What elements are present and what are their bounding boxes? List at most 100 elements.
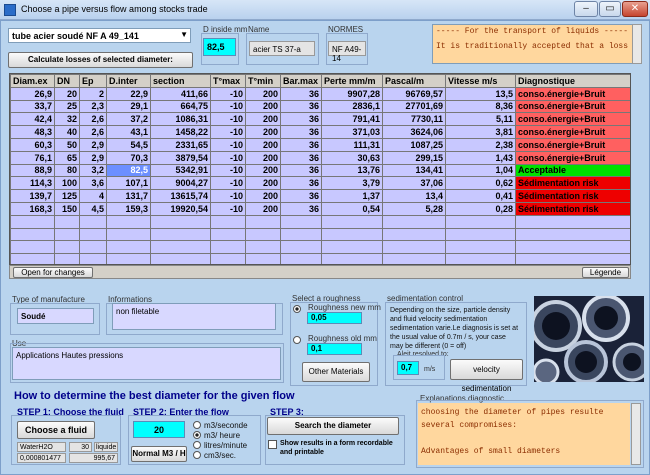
table-cell[interactable]: 139,7 bbox=[10, 189, 55, 203]
table-cell[interactable]: 3624,06 bbox=[382, 125, 446, 139]
legende-button[interactable]: Légende bbox=[582, 267, 629, 278]
open-for-changes-button[interactable]: Open for changes bbox=[13, 267, 93, 278]
table-cell[interactable] bbox=[245, 253, 281, 264]
diagnostic-cell[interactable]: conso.énergie+Bruit bbox=[515, 150, 630, 165]
table-row-empty[interactable] bbox=[10, 214, 630, 229]
table-cell[interactable] bbox=[10, 253, 55, 264]
column-header[interactable]: Diam.ex bbox=[10, 74, 55, 88]
unit-m3s[interactable]: m3/seconde bbox=[193, 420, 248, 430]
table-cell[interactable]: 2,6 bbox=[79, 125, 107, 139]
table-cell[interactable]: 37,06 bbox=[382, 176, 446, 191]
table-cell[interactable]: 43,1 bbox=[106, 125, 151, 139]
table-cell[interactable]: 88,9 bbox=[10, 163, 55, 178]
table-cell[interactable]: 3,2 bbox=[79, 163, 107, 178]
table-cell[interactable]: 13,4 bbox=[382, 189, 446, 203]
table-cell[interactable]: 32 bbox=[54, 112, 80, 127]
table-cell[interactable]: 36 bbox=[280, 201, 322, 216]
table-cell[interactable]: 134,41 bbox=[382, 163, 446, 178]
table-cell[interactable] bbox=[445, 253, 516, 264]
table-cell[interactable] bbox=[10, 240, 55, 255]
velocity-sedimentation-button[interactable]: velocity sedimentation bbox=[450, 359, 523, 393]
table-row[interactable]: 88,9 80 3,2 82,5 5342,91 -10 200 36 13,76 134,41 1… bbox=[10, 163, 630, 178]
table-cell[interactable] bbox=[106, 227, 151, 242]
table-cell[interactable]: 36 bbox=[280, 112, 322, 127]
table-cell[interactable]: 80 bbox=[54, 163, 80, 178]
explanations-textarea[interactable]: choosing the diameter of pipes resulte se… bbox=[418, 403, 630, 465]
column-header[interactable]: section bbox=[150, 74, 211, 88]
table-cell[interactable] bbox=[79, 214, 107, 229]
table-cell[interactable]: 131,7 bbox=[106, 189, 151, 203]
search-diameter-button[interactable]: Search the diameter bbox=[267, 417, 399, 435]
table-row[interactable]: 114,3 100 3,6 107,1 9004,27 -10 200 36 3,79 37,06… bbox=[10, 176, 630, 191]
explanations-scrollbar[interactable] bbox=[631, 403, 641, 465]
table-cell[interactable]: 13,76 bbox=[321, 163, 383, 178]
unit-m3h[interactable]: m3/ heure bbox=[193, 430, 248, 440]
table-row-empty[interactable] bbox=[10, 227, 630, 242]
table-cell[interactable]: 411,66 bbox=[150, 86, 211, 101]
diagnostic-cell[interactable]: conso.énergie+Bruit bbox=[515, 137, 630, 152]
table-cell[interactable]: 36 bbox=[280, 163, 322, 178]
table-cell[interactable]: 2,9 bbox=[79, 137, 107, 152]
table-cell[interactable]: 1086,31 bbox=[150, 112, 211, 127]
table-cell[interactable]: 54,5 bbox=[106, 137, 151, 152]
table-cell[interactable]: 36 bbox=[280, 99, 322, 114]
table-cell[interactable]: 200 bbox=[245, 86, 281, 101]
table-cell[interactable]: 791,41 bbox=[321, 112, 383, 127]
table-cell[interactable]: 2,3 bbox=[79, 99, 107, 114]
table-cell[interactable] bbox=[382, 240, 446, 255]
table-cell[interactable] bbox=[382, 253, 446, 264]
table-row[interactable]: 168,3 150 4,5 159,3 19920,54 -10 200 36 0,54 5,28… bbox=[10, 201, 630, 216]
table-cell[interactable] bbox=[515, 240, 630, 255]
table-cell[interactable]: 36 bbox=[280, 86, 322, 101]
table-cell[interactable]: 107,1 bbox=[106, 176, 151, 191]
normal-m3h-button[interactable]: Normal M3 / H bbox=[131, 446, 187, 462]
table-cell[interactable]: 664,75 bbox=[150, 99, 211, 114]
table-cell[interactable]: 3,81 bbox=[445, 125, 516, 139]
table-cell[interactable] bbox=[321, 214, 383, 229]
table-cell[interactable]: 1,37 bbox=[321, 189, 383, 203]
diagnostic-cell[interactable]: Acceptable bbox=[515, 163, 630, 178]
table-cell[interactable]: 200 bbox=[245, 176, 281, 191]
table-cell[interactable]: 29,1 bbox=[106, 99, 151, 114]
table-row[interactable]: 42,4 32 2,6 37,2 1086,31 -10 200 36 791,41 7730,1… bbox=[10, 112, 630, 127]
table-cell[interactable]: 4,5 bbox=[79, 201, 107, 216]
table-cell[interactable]: 299,15 bbox=[382, 150, 446, 165]
flow-input[interactable]: 20 bbox=[133, 421, 185, 438]
table-row[interactable]: 139,7 125 4 131,7 13615,74 -10 200 36 1,37 13,4 0,… bbox=[10, 189, 630, 203]
column-header[interactable]: Diagnostique bbox=[515, 74, 630, 88]
table-cell[interactable]: 3,6 bbox=[79, 176, 107, 191]
table-cell[interactable]: 200 bbox=[245, 125, 281, 139]
table-row[interactable]: 33,7 25 2,3 29,1 664,75 -10 200 36 2836,1 27701,6… bbox=[10, 99, 630, 114]
show-results-checkbox[interactable] bbox=[268, 440, 277, 449]
maximize-button[interactable]: ▭ bbox=[599, 1, 621, 17]
table-cell[interactable]: 22,9 bbox=[106, 86, 151, 101]
table-cell[interactable] bbox=[150, 227, 211, 242]
table-cell[interactable]: 200 bbox=[245, 163, 281, 178]
table-cell[interactable]: 60,3 bbox=[10, 137, 55, 152]
table-cell[interactable]: 48,3 bbox=[10, 125, 55, 139]
table-cell[interactable]: 4 bbox=[79, 189, 107, 203]
table-cell[interactable]: 0,28 bbox=[445, 201, 516, 216]
table-cell[interactable]: 50 bbox=[54, 137, 80, 152]
table-cell[interactable] bbox=[515, 253, 630, 264]
table-cell[interactable]: 100 bbox=[54, 176, 80, 191]
table-cell[interactable]: 9907,28 bbox=[321, 86, 383, 101]
table-cell[interactable]: 27701,69 bbox=[382, 99, 446, 114]
table-cell[interactable]: 200 bbox=[245, 150, 281, 165]
table-cell[interactable] bbox=[210, 227, 246, 242]
table-cell[interactable]: -10 bbox=[210, 86, 246, 101]
table-cell[interactable] bbox=[10, 214, 55, 229]
table-cell[interactable] bbox=[382, 227, 446, 242]
table-cell[interactable]: 2,38 bbox=[445, 137, 516, 152]
table-cell[interactable]: 3,79 bbox=[321, 176, 383, 191]
column-header[interactable]: D.inter bbox=[106, 74, 151, 88]
table-cell[interactable] bbox=[54, 253, 80, 264]
table-cell[interactable] bbox=[54, 227, 80, 242]
diagnostic-cell[interactable]: conso.énergie+Bruit bbox=[515, 125, 630, 139]
table-cell[interactable]: 26,9 bbox=[10, 86, 55, 101]
table-cell[interactable] bbox=[280, 253, 322, 264]
table-cell[interactable] bbox=[210, 240, 246, 255]
table-cell[interactable] bbox=[382, 214, 446, 229]
table-row[interactable]: 26,9 20 2 22,9 411,66 -10 200 36 9907,28 96769,57… bbox=[10, 86, 630, 101]
table-cell[interactable]: 13615,74 bbox=[150, 189, 211, 203]
